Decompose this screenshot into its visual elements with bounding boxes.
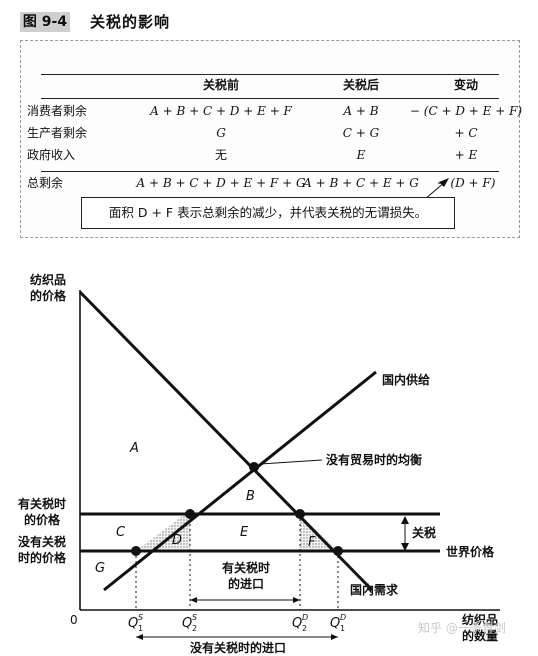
area-f-fill [300,514,338,551]
svg-text:Q: Q [182,616,192,631]
imports-with-tariff-label-2: 的进口 [228,576,264,591]
x-tick-q1d: Q D 1 [330,613,346,633]
watermark-text: 知乎 @一条青剑 [418,620,506,635]
x-tick-q2d: Q D 2 [292,613,308,633]
price-with-tariff-label-2: 的价格 [24,512,61,527]
origin-label: 0 [70,613,78,627]
svg-text:1: 1 [340,624,345,633]
svg-text:Q: Q [292,616,302,631]
area-label-g: G [95,561,105,576]
svg-text:1: 1 [138,624,143,633]
svg-text:D: D [302,613,308,622]
equilibrium-point [249,462,259,472]
point-q1d [333,546,343,556]
tariff-arrow-down [401,543,409,551]
y-axis-label-line2: 的价格 [30,288,67,303]
tariff-arrow-up [401,516,409,524]
area-label-b: B [246,489,255,504]
imports-with-tariff-label-1: 有关税时 [222,560,270,575]
imports-without-tariff-label: 没有关税时的进口 [190,640,286,655]
x-tick-q2s: Q S 2 [182,613,197,633]
point-q1s [131,546,141,556]
equilibrium-pointer [259,459,323,465]
svg-text:D: D [340,613,346,622]
area-d-shading [136,514,190,551]
figure-header: 图 9-4 关税的影响 [20,8,518,36]
surplus-table: 关税前 关税后 变动 消费者剩余 A + B + C + D + E + F A… [20,40,522,238]
area-label-c: C [116,525,126,540]
x-tick-q1s: Q S 1 [128,613,143,633]
price-with-tariff-label-1: 有关税时 [18,496,66,511]
svg-text:2: 2 [302,624,307,633]
x-axis-label-line1: 纺织品 [462,612,498,627]
area-label-f: F [308,535,316,550]
domestic-supply-label: 国内供给 [382,372,430,387]
svg-text:S: S [192,613,197,622]
svg-text:Q: Q [330,616,340,631]
area-label-a: A [129,441,139,456]
point-q2d [295,509,305,519]
equilibrium-label: 没有贸易时的均衡 [326,452,422,467]
figure-number: 图 9-4 [20,12,70,32]
svg-text:Q: Q [128,616,138,631]
price-without-tariff-label-2: 时的价格 [18,550,67,565]
area-label-d: D [172,533,182,548]
x-axis-label-line2: 的数量 [462,628,498,643]
figure-title: 关税的影响 [90,13,171,31]
tariff-label: 关税 [412,525,436,540]
svg-text:S: S [138,613,143,622]
world-price-label: 世界价格 [446,544,495,559]
svg-text:2: 2 [192,624,197,633]
area-label-e: E [240,525,249,540]
note-box: 面积 D + F 表示总剩余的减少，并代表关税的无谓损失。 [81,197,455,229]
demand-curve [78,290,374,592]
price-without-tariff-label-1: 没有关税 [18,534,66,549]
supply-curve [103,370,377,592]
y-axis-label-line1: 纺织品 [30,272,66,287]
domestic-demand-label: 国内需求 [350,582,399,597]
area-d-fill [136,514,190,551]
point-q2s [185,509,195,519]
